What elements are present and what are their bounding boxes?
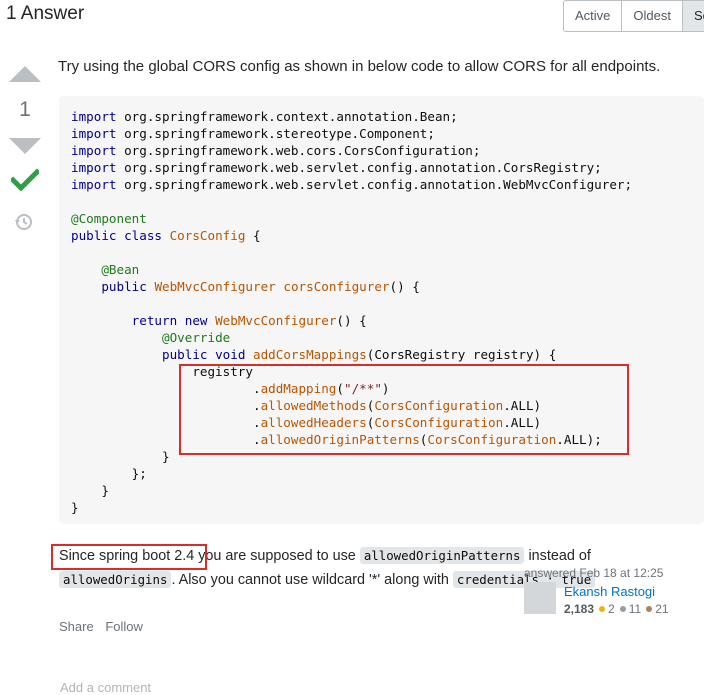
sort-tabs: Active Oldest Sc <box>563 0 704 32</box>
silver-badge-count: 11 <box>628 602 642 616</box>
share-link[interactable]: Share <box>59 619 94 634</box>
para-text-d: . Also you cannot use wildcard '*' along… <box>171 572 453 588</box>
inline-code-allowedoriginpatterns: allowedOriginPatterns <box>359 547 525 564</box>
gold-badge-count: 2 <box>608 602 615 616</box>
sort-active-button[interactable]: Active <box>564 1 623 31</box>
user-reputation: 2,183 2 11 21 <box>564 602 669 616</box>
follow-link[interactable]: Follow <box>105 619 143 634</box>
add-comment-link[interactable]: Add a comment <box>60 680 151 695</box>
upvote-icon[interactable] <box>9 66 41 82</box>
user-signature: answered Feb 18 at 12:25 Ekansh Rastogi … <box>524 566 704 616</box>
answered-timestamp[interactable]: answered Feb 18 at 12:25 <box>524 566 704 580</box>
history-icon[interactable] <box>14 212 34 232</box>
answer-intro-text: Try using the global CORS config as show… <box>58 58 661 75</box>
sort-score-button[interactable]: Sc <box>682 1 704 31</box>
downvote-icon[interactable] <box>9 138 41 154</box>
bronze-badge-icon <box>646 606 653 612</box>
gold-badge-icon <box>599 606 606 612</box>
bronze-badge-count: 21 <box>655 602 669 616</box>
user-name-link[interactable]: Ekansh Rastogi <box>564 584 655 599</box>
code-block: import org.springframework.context.annot… <box>59 96 704 524</box>
accepted-check-icon <box>11 168 39 192</box>
code-content: import org.springframework.context.annot… <box>71 109 633 515</box>
inline-code-allowedorigins: allowedOrigins <box>59 571 172 588</box>
silver-badge-icon <box>619 606 626 612</box>
answers-header: 1 Answer Active Oldest Sc <box>0 0 704 36</box>
vote-count: 1 <box>19 98 31 121</box>
para-text-b: you are supposed to use <box>194 548 360 564</box>
answer-body: Try using the global CORS config as show… <box>51 56 704 634</box>
reputation-score: 2,183 <box>564 602 595 616</box>
avatar[interactable] <box>524 582 556 614</box>
post-menu: Share Follow <box>59 619 151 634</box>
answers-count-title: 1 Answer <box>6 3 85 24</box>
sort-oldest-button[interactable]: Oldest <box>622 1 683 31</box>
code-highlight-box <box>179 364 629 455</box>
para-text-c: instead of <box>524 548 591 564</box>
text-highlight-box <box>51 544 207 570</box>
